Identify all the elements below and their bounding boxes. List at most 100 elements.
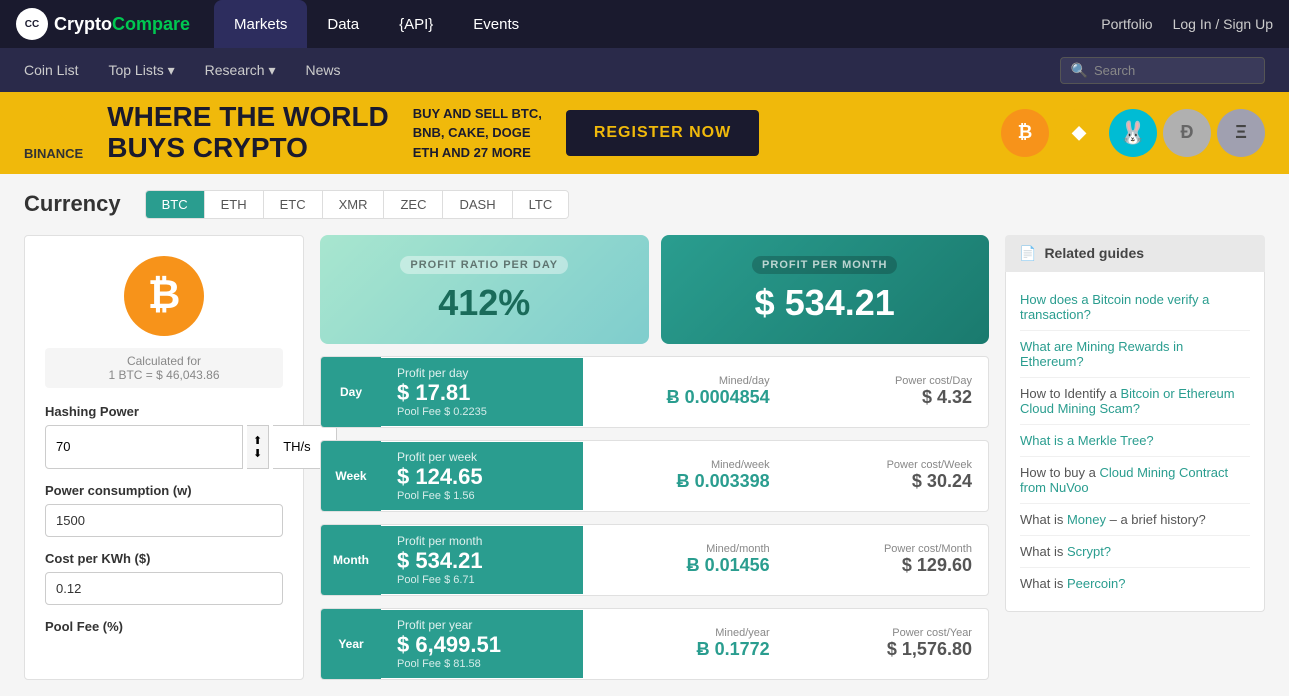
banner-brand-name: BINANCE [24,146,83,161]
bnb-coin-icon: ◆ [1055,109,1103,157]
search-box: 🔍 [1060,57,1265,84]
profit-per-month-value: $ 534.21 [681,282,970,324]
tab-dash[interactable]: DASH [443,191,512,218]
guide-link-7[interactable]: Scrypt? [1067,544,1111,559]
calculator-panel: ₿ Calculated for 1 BTC = $ 46,043.86 Has… [24,235,304,680]
guides-title: Related guides [1044,245,1144,261]
top-navigation: CC CryptoCompare Markets Data {API} Even… [0,0,1289,48]
currency-header: Currency BTC ETH ETC XMR ZEC DASH LTC [24,190,1265,219]
stat-cost-year: Power cost/Year $ 1,576.80 [786,619,988,668]
banner-ad: BINANCE WHERE THE WORLD BUYS CRYPTO BUY … [0,92,1289,174]
hashing-power-group: Hashing Power ⬆⬇ TH/s GH/s MH/s [45,404,283,469]
power-consumption-group: Power consumption (w) [45,483,283,537]
stat-period-month: Month [321,525,381,595]
subnav-coin-list[interactable]: Coin List [24,62,78,78]
banner-headline: WHERE THE WORLD BUYS CRYPTO [107,102,389,164]
profit-ratio-day-card: PROFIT RATIO PER DAY 412% [320,235,649,344]
nav-tab-markets[interactable]: Markets [214,0,307,48]
nav-tab-events[interactable]: Events [453,0,539,48]
tab-ltc[interactable]: LTC [513,191,569,218]
pool-fee-group: Pool Fee (%) [45,619,283,634]
subnav-top-lists[interactable]: Top Lists ▾ [108,62,174,79]
guide-item-5: How to buy a Cloud Mining Contract from … [1020,457,1250,504]
profit-per-month-label: PROFIT PER MONTH [752,256,897,274]
stat-cost-month: Power cost/Month $ 129.60 [786,535,988,584]
logo-text: CryptoCompare [54,14,190,35]
stat-main-year: Profit per year $ 6,499.51 Pool Fee $ 81… [381,610,583,678]
subnav-research[interactable]: Research ▾ [205,62,276,79]
main-content: Currency BTC ETH ETC XMR ZEC DASH LTC ₿ … [0,174,1289,696]
btc-icon: ₿ [124,256,204,336]
guide-item-6: What is Money – a brief history? [1020,504,1250,536]
guide-text-7a: What is [1020,544,1067,559]
stat-row-week: Week Profit per week $ 124.65 Pool Fee $… [320,440,989,512]
guide-item-7: What is Scrypt? [1020,536,1250,568]
tab-xmr[interactable]: XMR [323,191,385,218]
portfolio-link[interactable]: Portfolio [1101,16,1152,32]
guides-header: 📄 Related guides [1005,235,1265,272]
binance-logo-icon [34,104,74,144]
pool-fee-label: Pool Fee (%) [45,619,283,634]
banner-brand-logo: BINANCE [24,104,83,161]
stat-cost-day: Power cost/Day $ 4.32 [786,367,988,416]
guide-link-1[interactable]: How does a Bitcoin node verify a transac… [1020,292,1209,322]
profit-per-month-card: PROFIT PER MONTH $ 534.21 [661,235,990,344]
hashing-power-input[interactable] [45,425,243,469]
search-icon: 🔍 [1071,62,1088,79]
main-nav-tabs: Markets Data {API} Events [214,0,539,48]
center-panel: PROFIT RATIO PER DAY 412% PROFIT PER MON… [320,235,989,680]
currency-title: Currency [24,191,121,217]
stat-main-week: Profit per week $ 124.65 Pool Fee $ 1.56 [381,442,583,510]
stat-period-week: Week [321,441,381,511]
nav-right-links: Portfolio Log In / Sign Up [1101,16,1273,32]
guide-item-8: What is Peercoin? [1020,568,1250,599]
guide-text-3: How to Identify a [1020,386,1120,401]
tab-zec[interactable]: ZEC [384,191,443,218]
profit-ratio-day-label: PROFIT RATIO PER DAY [400,256,568,274]
stat-period-day: Day [321,357,381,427]
banner-register-button[interactable]: REGISTER NOW [566,110,759,156]
stat-row-year: Year Profit per year $ 6,499.51 Pool Fee… [320,608,989,680]
hashing-power-label: Hashing Power [45,404,283,419]
stat-period-year: Year [321,609,381,679]
guide-link-2[interactable]: What are Mining Rewards in Ethereum? [1020,339,1183,369]
content-row: ₿ Calculated for 1 BTC = $ 46,043.86 Has… [24,235,1265,680]
tab-eth[interactable]: ETH [205,191,264,218]
guide-item-1: How does a Bitcoin node verify a transac… [1020,284,1250,331]
subnav-news[interactable]: News [305,62,340,78]
stat-mined-month: Mined/month Ƀ 0.01456 [583,535,785,584]
cost-per-kwh-input[interactable] [45,572,283,605]
guide-item-3: How to Identify a Bitcoin or Ethereum Cl… [1020,378,1250,425]
cake-coin-icon: 🐰 [1109,109,1157,157]
stat-main-day: Profit per day $ 17.81 Pool Fee $ 0.2235 [381,358,583,426]
login-signup-link[interactable]: Log In / Sign Up [1173,16,1273,32]
currency-tabs: BTC ETH ETC XMR ZEC DASH LTC [145,190,570,219]
guide-link-8[interactable]: Peercoin? [1067,576,1126,591]
site-logo[interactable]: CC CryptoCompare [16,8,190,40]
profit-ratio-day-value: 412% [340,282,629,324]
nav-tab-api[interactable]: {API} [379,0,453,48]
guide-text-5: How to buy a [1020,465,1100,480]
guide-text-6a: What is [1020,512,1067,527]
guide-link-4[interactable]: What is a Merkle Tree? [1020,433,1154,448]
tab-btc[interactable]: BTC [146,191,205,218]
calc-for-display: Calculated for 1 BTC = $ 46,043.86 [45,348,283,388]
guide-item-4: What is a Merkle Tree? [1020,425,1250,457]
stat-mined-day: Mined/day Ƀ 0.0004854 [583,367,785,416]
guide-link-6[interactable]: Money [1067,512,1106,527]
guide-text-6b: – a brief history? [1106,512,1206,527]
related-guides-panel: 📄 Related guides How does a Bitcoin node… [1005,235,1265,680]
search-input[interactable] [1094,63,1254,78]
hashing-power-input-row: ⬆⬇ TH/s GH/s MH/s [45,425,283,469]
power-consumption-label: Power consumption (w) [45,483,283,498]
power-consumption-input[interactable] [45,504,283,537]
guide-text-8a: What is [1020,576,1067,591]
tab-etc[interactable]: ETC [264,191,323,218]
stat-mined-week: Mined/week Ƀ 0.003398 [583,451,785,500]
logo-icon: CC [16,8,48,40]
banner-coins: ₿ ◆ 🐰 Ð Ξ [1001,109,1265,157]
guide-item-2: What are Mining Rewards in Ethereum? [1020,331,1250,378]
hashing-power-stepper[interactable]: ⬆⬇ [247,425,269,469]
nav-tab-data[interactable]: Data [307,0,379,48]
eth-coin-icon: Ξ [1217,109,1265,157]
